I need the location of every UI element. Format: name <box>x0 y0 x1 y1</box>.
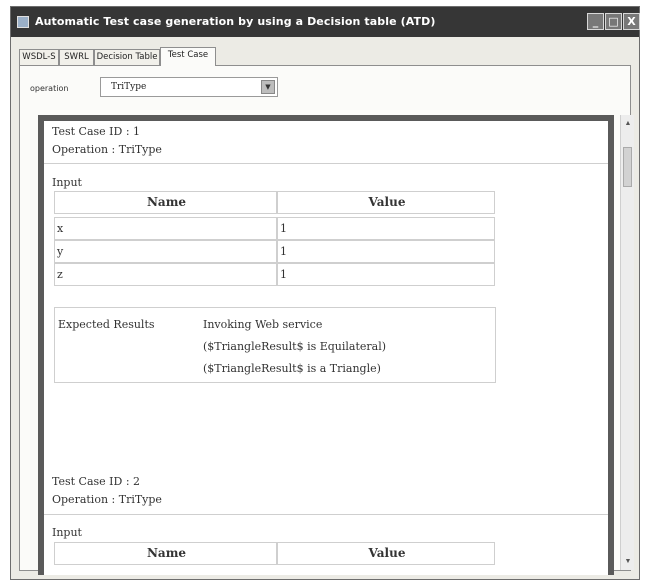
expected-result-line: ($TriangleResult$ is a Triangle) <box>203 362 381 375</box>
minimize-button[interactable]: _ <box>587 13 604 30</box>
test-case-id: Test Case ID : 1 <box>52 125 141 138</box>
maximize-button[interactable]: □ <box>605 13 622 30</box>
vertical-scrollbar[interactable]: ▲ ▼ <box>620 115 634 570</box>
value-column-header: Value <box>277 542 495 565</box>
tab-wsdl-s[interactable]: WSDL-S <box>19 49 59 65</box>
tab-decision-table[interactable]: Decision Table <box>94 49 160 65</box>
title-bar: Automatic Test case generation by using … <box>11 7 640 37</box>
expected-results-label: Expected Results <box>58 318 155 331</box>
expected-result-line: Invoking Web service <box>203 318 323 331</box>
app-icon <box>17 16 29 28</box>
operation-select[interactable]: TriType ▼ <box>100 77 278 97</box>
divider <box>44 163 608 164</box>
input-value-cell: 1 <box>277 240 495 263</box>
close-button[interactable]: X <box>623 13 640 30</box>
scroll-down-icon[interactable]: ▼ <box>622 555 634 567</box>
test-case-operation: Operation : TriType <box>52 493 162 506</box>
input-name-cell: z <box>54 263 277 286</box>
input-label: Input <box>52 176 82 189</box>
scrollbar-thumb[interactable] <box>623 147 632 187</box>
input-label: Input <box>52 526 82 539</box>
input-name-cell: x <box>54 217 277 240</box>
scroll-up-icon[interactable]: ▲ <box>622 117 634 129</box>
divider <box>44 514 608 515</box>
input-name-cell: y <box>54 240 277 263</box>
test-case-operation: Operation : TriType <box>52 143 162 156</box>
operation-selected-value: TriType <box>111 82 147 92</box>
test-case-id: Test Case ID : 2 <box>52 475 141 488</box>
window-title: Automatic Test case generation by using … <box>35 15 436 28</box>
name-column-header: Name <box>54 191 277 214</box>
tab-test-case[interactable]: Test Case <box>160 47 216 66</box>
test-case-viewer: Test Case ID : 1 Operation : TriType Inp… <box>38 115 614 575</box>
name-column-header: Name <box>54 542 277 565</box>
expected-result-line: ($TriangleResult$ is Equilateral) <box>203 340 387 353</box>
operation-label: operation <box>30 84 69 93</box>
tab-swrl[interactable]: SWRL <box>59 49 94 65</box>
value-column-header: Value <box>277 191 495 214</box>
input-value-cell: 1 <box>277 217 495 240</box>
chevron-down-icon[interactable]: ▼ <box>261 80 275 94</box>
input-value-cell: 1 <box>277 263 495 286</box>
